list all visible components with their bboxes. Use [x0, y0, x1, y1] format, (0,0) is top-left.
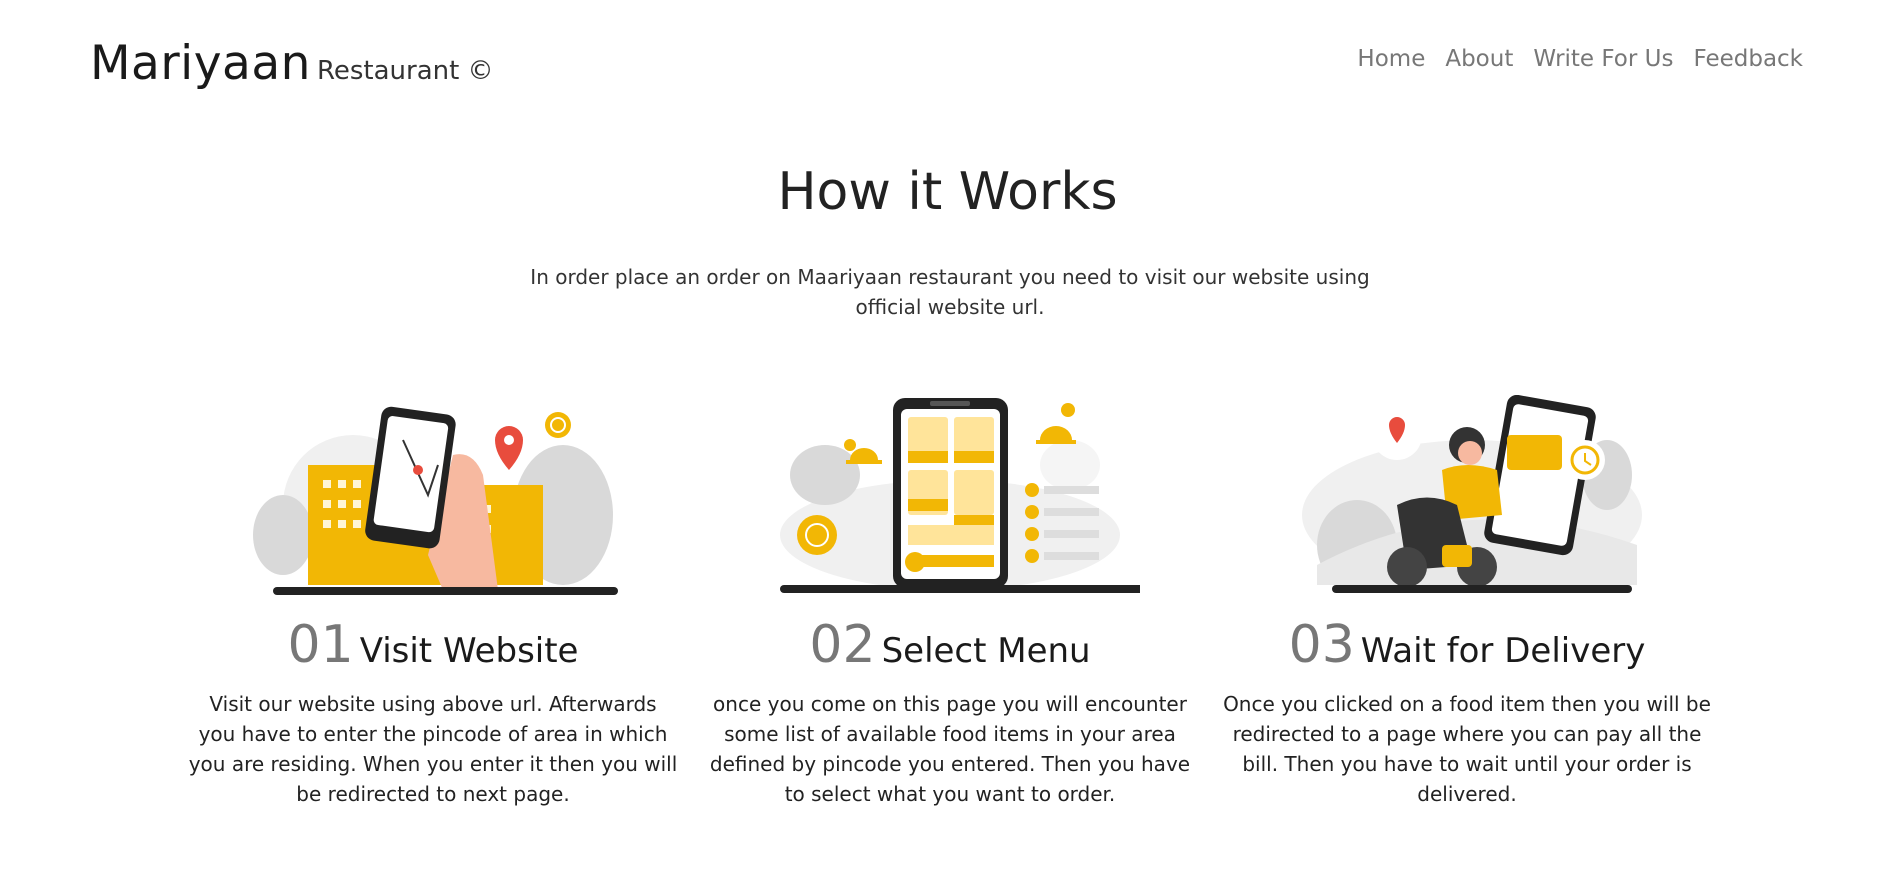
step-number: 02 [809, 615, 876, 675]
step-title: Wait for Delivery [1360, 631, 1646, 671]
main-nav: Home About Write For Us Feedback [1357, 46, 1803, 72]
menu-phone-icon [780, 398, 1140, 593]
step-heading: 01 Visit Website [183, 615, 683, 679]
navbar: Mariyaan Restaurant © Home About Write Fo… [0, 0, 1895, 125]
step-description: Once you clicked on a food item then you… [1223, 692, 1711, 806]
phone-map-icon [253, 406, 618, 595]
step-card-select-menu: 02 Select Menu once you come on this page… [700, 395, 1200, 809]
step-description: Visit our website using above url. After… [188, 692, 678, 806]
step-description: once you come on this page you will enco… [709, 692, 1191, 806]
step-heading: 02 Select Menu [700, 615, 1200, 679]
step-title: Select Menu [881, 631, 1091, 671]
nav-home-link[interactable]: Home [1357, 46, 1425, 72]
nav-feedback-link[interactable]: Feedback [1693, 46, 1803, 72]
nav-about-link[interactable]: About [1445, 46, 1513, 72]
step-heading: 03 Wait for Delivery [1217, 615, 1717, 679]
brand-subtitle: Restaurant © [316, 56, 494, 86]
step-title: Visit Website [359, 631, 579, 671]
step-card-wait-for-delivery: 03 Wait for Delivery Once you clicked on … [1217, 395, 1717, 809]
delivery-scooter-icon [1302, 395, 1642, 593]
step-number: 03 [1288, 615, 1355, 675]
brand-logo[interactable]: Mariyaan Restaurant © [90, 36, 494, 91]
step-card-visit-website: 01 Visit Website Visit our website using … [183, 395, 683, 809]
section-description: In order place an order on Maariyaan res… [530, 265, 1370, 319]
section-title: How it Works [777, 162, 1118, 222]
step-number: 01 [287, 615, 354, 675]
nav-write-for-us-link[interactable]: Write For Us [1533, 46, 1673, 72]
brand-name: Mariyaan [90, 36, 311, 91]
